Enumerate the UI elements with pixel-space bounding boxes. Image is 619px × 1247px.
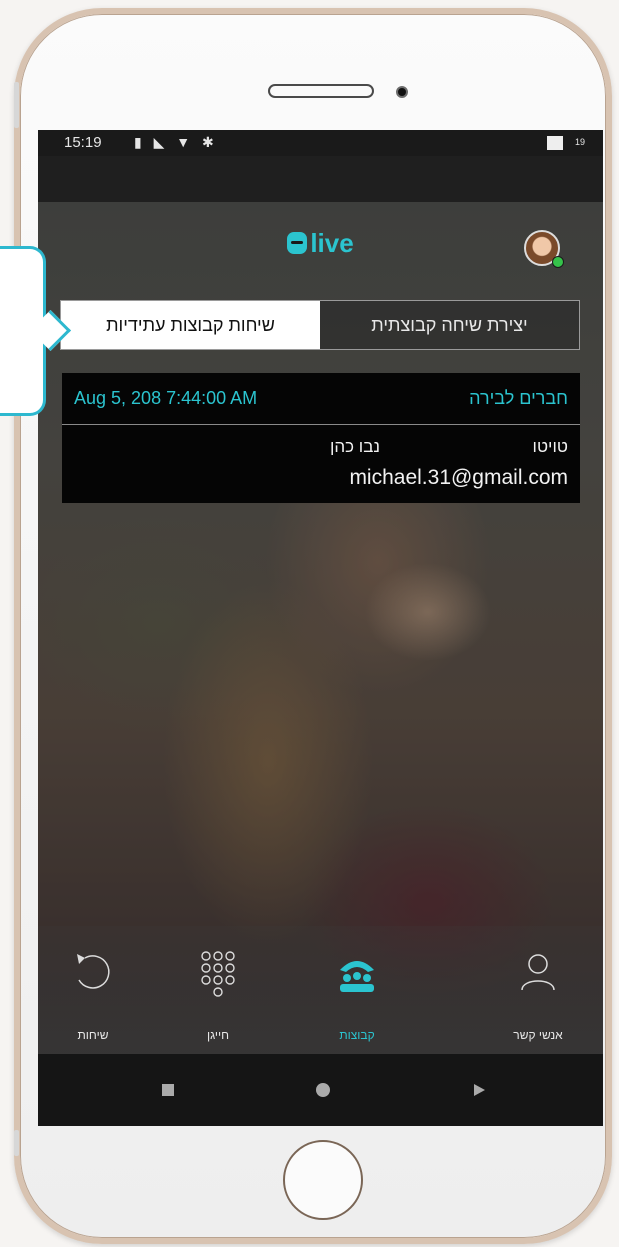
dialpad-icon bbox=[201, 951, 235, 997]
nav-label-dialpad: חייגן bbox=[206, 1028, 230, 1042]
front-camera bbox=[396, 86, 408, 98]
nav-label-contacts: אנשי קשר bbox=[513, 1028, 563, 1042]
battery-icon bbox=[547, 136, 563, 150]
battery-percent: 19 bbox=[574, 137, 585, 147]
group-name: חברים לבירה bbox=[469, 388, 568, 408]
group-call-icon bbox=[340, 961, 374, 992]
top-band bbox=[38, 156, 603, 202]
status-icons: ▮ ◣ ▼ ✱ bbox=[134, 134, 218, 150]
call-history-icon bbox=[77, 954, 110, 989]
bottom-nav: אנשי קשר קבוצות חייגן שיחות bbox=[38, 926, 603, 1055]
scheduled-call-card[interactable]: Aug 5, 208 7:44:00 AM חברים לבירה טויטו … bbox=[62, 373, 580, 503]
phone-screen: 15:19 ▮ ◣ ▼ ✱ 19 live יצירת שיחה קבוצתית… bbox=[38, 130, 603, 1126]
user-label: טויטו bbox=[532, 437, 568, 456]
call-date: Aug 5, 208 7:44:00 AM bbox=[74, 388, 258, 408]
nav-contacts[interactable]: אנשי קשר bbox=[483, 926, 593, 1054]
nav-label-calls: שיחות bbox=[77, 1028, 109, 1042]
contact-person-icon bbox=[521, 954, 555, 991]
nav-groups[interactable]: קבוצות bbox=[302, 926, 412, 1054]
tab-create-group-call[interactable]: יצירת שיחה קבוצתית bbox=[320, 301, 579, 349]
card-header: Aug 5, 208 7:44:00 AM חברים לבירה bbox=[62, 373, 580, 425]
status-bar: 15:19 ▮ ◣ ▼ ✱ 19 bbox=[38, 130, 603, 156]
mute-switch bbox=[14, 82, 19, 128]
nav-label-groups: קבוצות bbox=[339, 1028, 375, 1042]
recent-apps-icon[interactable] bbox=[162, 1084, 174, 1096]
nav-dialpad[interactable]: חייגן bbox=[163, 926, 273, 1054]
online-status-dot bbox=[552, 256, 564, 268]
home-button[interactable] bbox=[283, 1140, 363, 1220]
logo-text: live bbox=[310, 228, 354, 258]
contact-name: נבו כהן bbox=[329, 437, 380, 456]
earpiece-speaker bbox=[268, 84, 374, 98]
logo-mark-icon bbox=[287, 232, 308, 254]
nav-calls[interactable]: שיחות bbox=[38, 926, 148, 1054]
tab-bar: יצירת שיחה קבוצתית שיחות קבוצות עתידיות bbox=[60, 300, 580, 350]
back-icon[interactable] bbox=[472, 1083, 486, 1097]
contact-email: michael.31@gmail.com bbox=[349, 466, 568, 489]
app-logo: live bbox=[38, 228, 603, 259]
home-icon[interactable] bbox=[316, 1083, 330, 1097]
tab-future-group-calls[interactable]: שיחות קבוצות עתידיות bbox=[61, 301, 320, 349]
status-time: 15:19 bbox=[64, 134, 102, 151]
side-button bbox=[14, 1130, 19, 1156]
system-nav-bar bbox=[38, 1054, 603, 1126]
